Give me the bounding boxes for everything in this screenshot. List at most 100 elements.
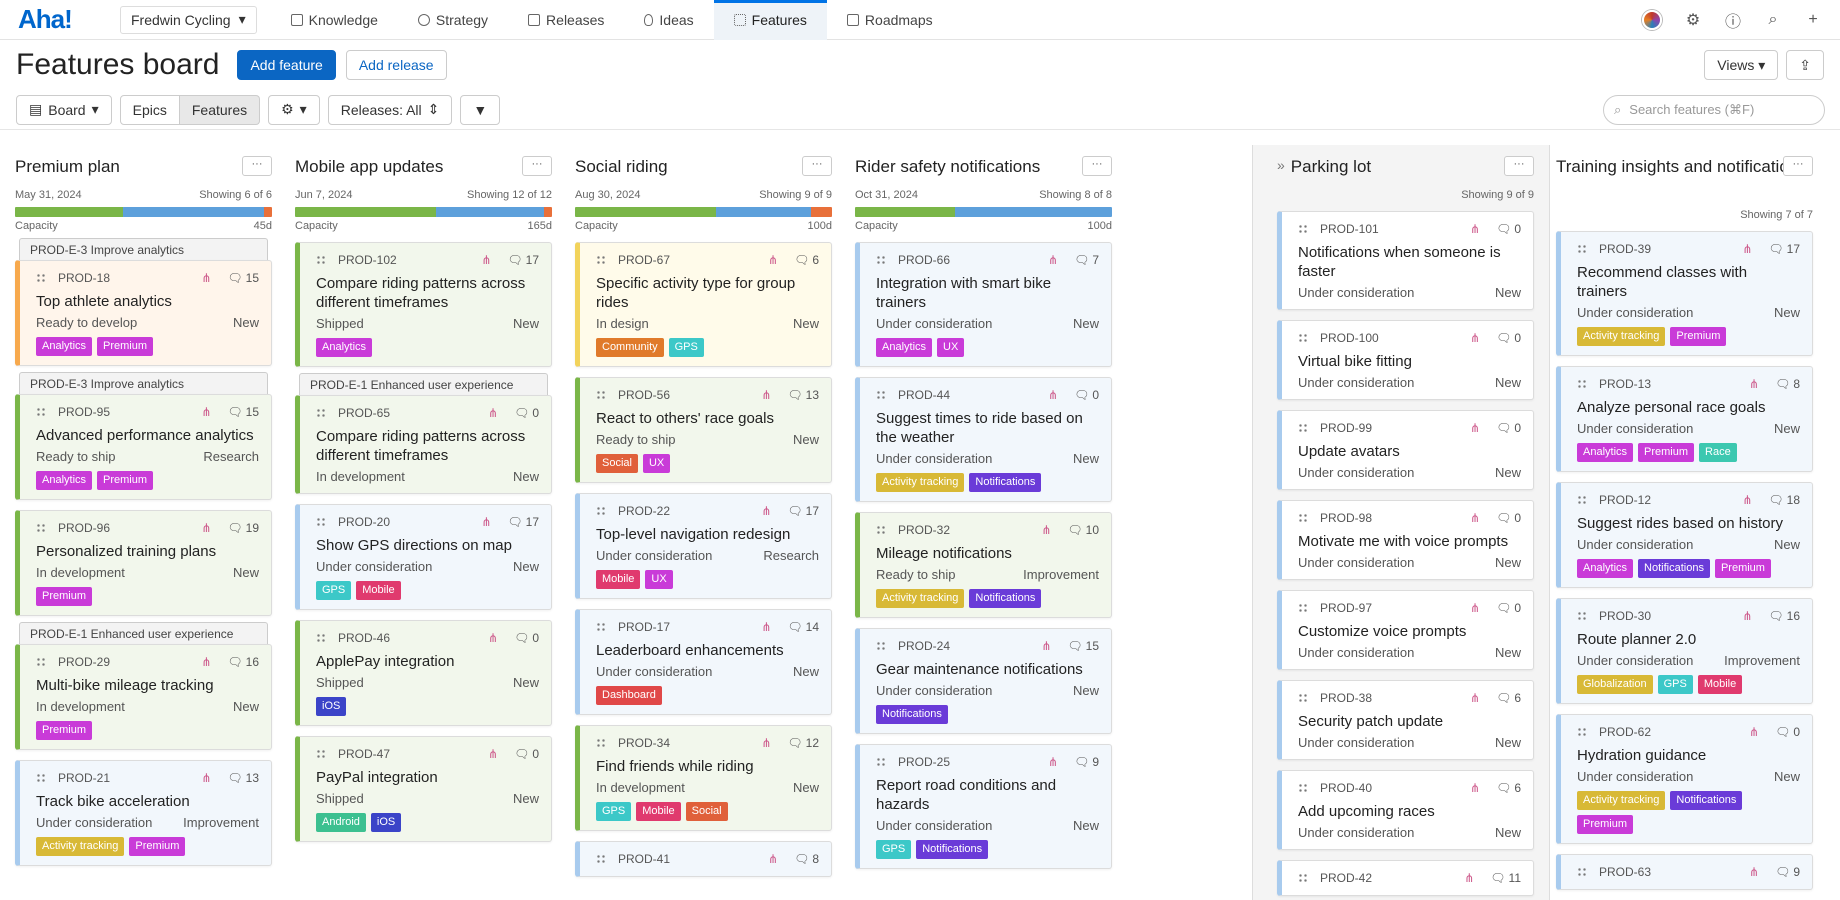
feature-title[interactable]: Report road conditions and hazards (876, 776, 1099, 814)
tag[interactable]: Premium (1714, 559, 1771, 578)
tag[interactable]: GPS (1657, 675, 1693, 694)
feature-title[interactable]: Mileage notifications (876, 544, 1099, 563)
tag[interactable]: Mobile (1697, 675, 1743, 694)
drag-handle-icon[interactable] (1298, 873, 1308, 883)
drag-handle-icon[interactable] (36, 523, 46, 533)
feature-id[interactable]: PROD-96 (58, 521, 201, 535)
drag-handle-icon[interactable] (596, 854, 606, 864)
aha-logo[interactable]: Aha! (18, 4, 108, 35)
feature-title[interactable]: Hydration guidance (1577, 746, 1800, 765)
tag[interactable]: Notifications (969, 589, 1042, 608)
feature-title[interactable]: Leaderboard enhancements (596, 641, 819, 660)
feature-id[interactable]: PROD-22 (618, 504, 761, 518)
column-menu-button[interactable]: ··· (242, 156, 272, 176)
tag[interactable]: Activity tracking (876, 473, 965, 492)
board-view-dropdown[interactable]: ▤ Board ▾ (16, 94, 112, 125)
drag-handle-icon[interactable] (36, 773, 46, 783)
tag[interactable]: Premium (97, 471, 154, 490)
drag-handle-icon[interactable] (596, 255, 606, 265)
column-title[interactable]: Rider safety notifications (855, 157, 1040, 177)
add-release-button[interactable]: Add release (345, 50, 447, 80)
drag-handle-icon[interactable] (36, 657, 46, 667)
drag-handle-icon[interactable] (1577, 495, 1587, 505)
tag[interactable]: Mobile (596, 570, 641, 589)
drag-handle-icon[interactable] (36, 407, 46, 417)
drag-handle-icon[interactable] (596, 738, 606, 748)
workspace-selector[interactable]: Fredwin Cycling ▾ (120, 5, 257, 34)
feature-card[interactable]: PROD-96 ⋔ 🗨 19 Personalized training plans In… (15, 510, 272, 616)
tag[interactable]: Premium (36, 721, 93, 740)
feature-id[interactable]: PROD-25 (898, 755, 1048, 769)
feature-card[interactable]: PROD-17 ⋔ 🗨 14 Leaderboard enhancements Under… (575, 609, 832, 715)
feature-id[interactable]: PROD-66 (898, 253, 1048, 267)
tag[interactable]: Analytics (1577, 559, 1634, 578)
feature-card[interactable]: PROD-30 ⋔ 🗨 16 Route planner 2.0 Under consid… (1556, 598, 1813, 704)
tag[interactable]: Activity tracking (1577, 327, 1666, 346)
tag[interactable]: Android (316, 813, 366, 832)
feature-card[interactable]: PROD-25 ⋔ 🗨 9 Report road conditions and haz… (855, 744, 1112, 869)
feature-id[interactable]: PROD-97 (1320, 601, 1470, 615)
feature-card[interactable]: PROD-21 ⋔ 🗨 13 Track bike acceleration Under … (15, 760, 272, 866)
column-title[interactable]: Social riding (575, 157, 668, 177)
drag-handle-icon[interactable] (1298, 224, 1308, 234)
feature-title[interactable]: Multi-bike mileage tracking (36, 676, 259, 695)
feature-id[interactable]: PROD-62 (1599, 725, 1749, 739)
drag-handle-icon[interactable] (316, 749, 326, 759)
drag-handle-icon[interactable] (1577, 611, 1587, 621)
feature-card[interactable]: PROD-97 ⋔ 🗨 0 Customize voice prompts Under c… (1277, 590, 1534, 670)
filter-button[interactable]: ▼ (460, 94, 501, 125)
feature-id[interactable]: PROD-56 (618, 388, 761, 402)
feature-id[interactable]: PROD-30 (1599, 609, 1742, 623)
feature-title[interactable]: Compare riding patterns across different… (316, 427, 539, 465)
drag-handle-icon[interactable] (1298, 693, 1308, 703)
feature-card[interactable]: PROD-65 ⋔ 🗨 0 Compare riding patterns across… (295, 395, 552, 494)
feature-id[interactable]: PROD-63 (1599, 865, 1749, 879)
feature-title[interactable]: Analyze personal race goals (1577, 398, 1800, 417)
feature-id[interactable]: PROD-95 (58, 405, 201, 419)
search-icon[interactable]: ⌕ (1764, 11, 1782, 29)
tab-strategy[interactable]: Strategy (398, 0, 508, 40)
tag[interactable]: Premium (129, 837, 186, 856)
drag-handle-icon[interactable] (316, 517, 326, 527)
tag[interactable]: Dashboard (596, 686, 662, 705)
add-feature-button[interactable]: Add feature (237, 50, 336, 80)
feature-title[interactable]: ApplePay integration (316, 652, 539, 671)
drag-handle-icon[interactable] (876, 390, 886, 400)
column-menu-button[interactable]: ··· (522, 156, 552, 176)
feature-title[interactable]: Add upcoming races (1298, 802, 1521, 821)
tab-features[interactable]: Features (713, 0, 828, 40)
drag-handle-icon[interactable] (1577, 727, 1587, 737)
column-menu-button[interactable]: ··· (802, 156, 832, 176)
feature-id[interactable]: PROD-38 (1320, 691, 1470, 705)
tag[interactable]: Analytics (36, 471, 93, 490)
collapse-icon[interactable]: » (1277, 157, 1285, 173)
column-menu-button[interactable]: ··· (1504, 156, 1534, 176)
drag-handle-icon[interactable] (1298, 333, 1308, 343)
feature-card[interactable]: PROD-63 ⋔ 🗨 9 (1556, 854, 1813, 890)
tab-roadmaps[interactable]: Roadmaps (827, 0, 953, 40)
drag-handle-icon[interactable] (1577, 867, 1587, 877)
tag[interactable]: iOS (370, 813, 402, 832)
tag[interactable]: Social (685, 802, 728, 821)
tag[interactable]: Activity tracking (876, 589, 965, 608)
epic-label[interactable]: PROD-E-1 Enhanced user experience (19, 622, 268, 644)
feature-title[interactable]: Update avatars (1298, 442, 1521, 461)
tag[interactable]: Community (596, 338, 664, 357)
feature-id[interactable]: PROD-40 (1320, 781, 1470, 795)
feature-title[interactable]: Route planner 2.0 (1577, 630, 1800, 649)
feature-id[interactable]: PROD-17 (618, 620, 761, 634)
share-button[interactable]: ⇪ (1786, 50, 1824, 80)
feature-title[interactable]: Top-level navigation redesign (596, 525, 819, 544)
column-title[interactable]: Training insights and notifications (1556, 157, 1807, 177)
drag-handle-icon[interactable] (876, 757, 886, 767)
tag[interactable]: Premium (1638, 443, 1695, 462)
tag[interactable]: Notifications (876, 705, 948, 724)
tag[interactable]: Activity tracking (36, 837, 125, 856)
tag[interactable]: UX (937, 338, 965, 357)
tag[interactable]: Analytics (1577, 443, 1634, 462)
feature-id[interactable]: PROD-102 (338, 253, 481, 267)
drag-handle-icon[interactable] (876, 255, 886, 265)
feature-id[interactable]: PROD-42 (1320, 871, 1464, 885)
epic-label[interactable]: PROD-E-3 Improve analytics (19, 372, 268, 394)
column-title[interactable]: Parking lot (1291, 157, 1371, 177)
